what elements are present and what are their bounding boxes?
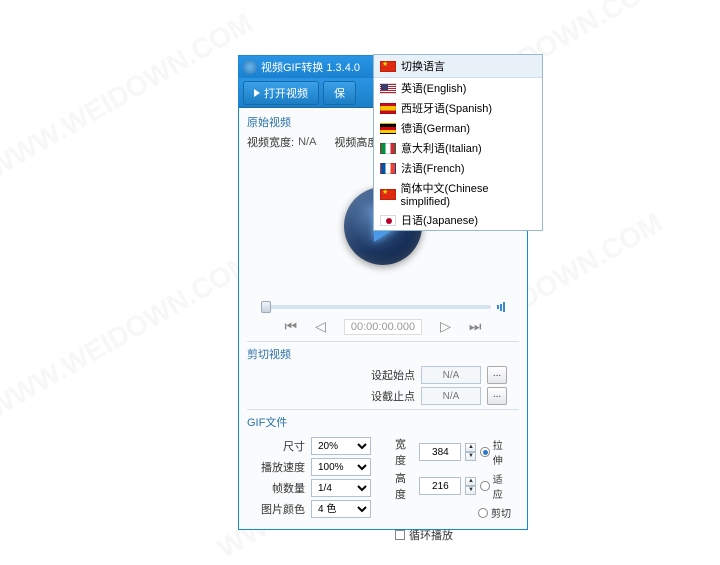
cut-start-input[interactable] <box>421 366 481 384</box>
language-item-label: 法语(French) <box>401 160 465 176</box>
speed-select[interactable]: 100% <box>311 458 371 476</box>
flag-fr-icon <box>380 163 396 174</box>
volume-icon[interactable] <box>497 302 505 312</box>
gif-width-label: 宽度 <box>395 436 415 468</box>
language-item-cn[interactable]: 简体中文(Chinese simplified) <box>374 178 542 210</box>
cut-end-input[interactable] <box>421 387 481 405</box>
flag-de-icon <box>380 123 396 134</box>
open-video-button[interactable]: 打开视频 <box>243 81 319 105</box>
language-item-es[interactable]: 西班牙语(Spanish) <box>374 98 542 118</box>
loop-checkbox[interactable] <box>395 530 405 540</box>
cut-end-browse[interactable]: ... <box>487 387 507 405</box>
next-frame-icon[interactable]: ▷ <box>440 318 451 335</box>
colors-select[interactable]: 4 色 <box>311 500 371 518</box>
fit-radio[interactable] <box>480 481 489 491</box>
save-button[interactable]: 保 <box>323 81 356 105</box>
language-menu: 切换语言 英语(English) 西班牙语(Spanish) 德语(German) 意… <box>373 54 543 231</box>
gif-width-input[interactable] <box>419 443 461 461</box>
stretch-radio[interactable] <box>480 447 489 457</box>
frames-label: 帧数量 <box>255 480 305 496</box>
language-item-fr[interactable]: 法语(French) <box>374 158 542 178</box>
cut-end-label: 设截止点 <box>371 388 415 404</box>
open-video-label: 打开视频 <box>264 85 308 101</box>
flag-jp-icon <box>380 215 396 226</box>
gif-height-label: 高度 <box>395 470 415 502</box>
video-width-value: N/A <box>298 136 316 148</box>
language-item-label: 英语(English) <box>401 80 466 96</box>
size-select[interactable]: 20% <box>311 437 371 455</box>
seek-slider[interactable] <box>261 305 491 309</box>
cut-group-title: 剪切视频 <box>247 346 519 362</box>
language-item-label: 简体中文(Chinese simplified) <box>401 180 537 208</box>
fit-label: 适应 <box>493 471 511 501</box>
gif-height-input[interactable] <box>419 477 461 495</box>
loop-label: 循环播放 <box>409 527 453 543</box>
transport-controls: ⏮ ◁ 00:00:00.000 ▷ ⏭ <box>247 318 519 335</box>
language-item-label: 德语(German) <box>401 120 470 136</box>
app-icon <box>243 60 257 74</box>
height-spinner[interactable]: ▲▼ <box>465 477 476 495</box>
seek-thumb[interactable] <box>261 301 271 313</box>
width-spinner[interactable]: ▲▼ <box>465 443 476 461</box>
play-icon <box>254 89 260 97</box>
flag-it-icon <box>380 143 396 154</box>
language-item-us[interactable]: 英语(English) <box>374 78 542 98</box>
video-width-label: 视频宽度: <box>247 134 294 150</box>
cut-start-label: 设起始点 <box>371 367 415 383</box>
language-item-label: 意大利语(Italian) <box>401 140 482 156</box>
language-menu-header: 切换语言 <box>374 55 542 78</box>
timecode: 00:00:00.000 <box>344 319 422 335</box>
cut-start-browse[interactable]: ... <box>487 366 507 384</box>
gif-group-title: GIF文件 <box>247 414 519 430</box>
flag-es-icon <box>380 103 396 114</box>
language-item-label: 西班牙语(Spanish) <box>401 100 492 116</box>
flag-cn-icon <box>380 61 396 72</box>
crop-radio[interactable] <box>478 508 488 518</box>
prev-frame-icon[interactable]: ◁ <box>315 318 326 335</box>
skip-back-icon[interactable]: ⏮ <box>284 318 297 335</box>
skip-fwd-icon[interactable]: ⏭ <box>469 318 482 335</box>
language-item-it[interactable]: 意大利语(Italian) <box>374 138 542 158</box>
language-item-jp[interactable]: 日语(Japanese) <box>374 210 542 230</box>
save-label: 保 <box>334 85 345 101</box>
size-label: 尺寸 <box>255 438 305 454</box>
language-item-de[interactable]: 德语(German) <box>374 118 542 138</box>
frames-select[interactable]: 1/4 <box>311 479 371 497</box>
language-header-label: 切换语言 <box>401 58 445 74</box>
crop-label: 剪切 <box>491 505 511 520</box>
flag-cn-icon <box>380 189 396 200</box>
speed-label: 播放速度 <box>255 459 305 475</box>
language-item-label: 日语(Japanese) <box>401 212 478 228</box>
stretch-label: 拉伸 <box>493 437 511 467</box>
colors-label: 图片颜色 <box>255 501 305 517</box>
flag-us-icon <box>380 83 396 94</box>
